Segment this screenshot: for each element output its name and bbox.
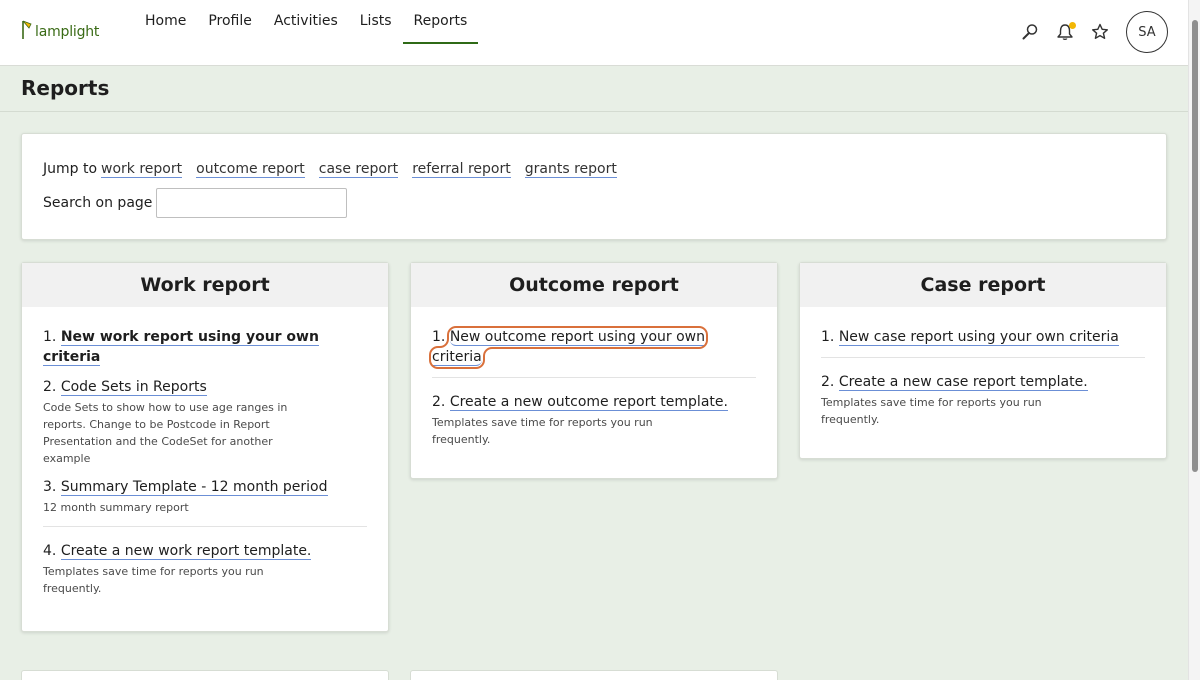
card-title: Case report <box>800 263 1166 307</box>
divider <box>43 526 367 527</box>
divider <box>432 377 756 378</box>
create-case-template-link[interactable]: Create a new case report template. <box>838 374 1088 391</box>
nav-item-reports[interactable]: Reports <box>402 0 479 66</box>
jump-to-row: Jump to work report outcome report case … <box>43 161 631 178</box>
nav-item-home[interactable]: Home <box>134 0 197 66</box>
item-number: 1. <box>43 329 57 345</box>
item-number: 2. <box>43 379 57 395</box>
item-number: 1. <box>821 329 835 345</box>
search-on-page-input[interactable] <box>156 188 348 218</box>
case-report-card: Case report 1. New case report using you… <box>799 262 1167 459</box>
card-title: Outcome report <box>411 263 777 307</box>
new-outcome-report-link[interactable]: New outcome report using your own criter… <box>429 326 708 369</box>
item-description: Templates save time for reports you run … <box>43 565 264 595</box>
list-item: 3. Summary Template - 12 month period 12… <box>43 477 367 516</box>
referral-report-card <box>21 670 389 680</box>
item-description: 12 month summary report <box>43 501 189 514</box>
star-icon <box>1092 23 1108 39</box>
nav-item-activities[interactable]: Activities <box>263 0 349 66</box>
jump-panel: Jump to work report outcome report case … <box>21 133 1167 240</box>
top-bar: lamplight Home Profile Activities Lists … <box>0 0 1188 66</box>
nav-item-lists[interactable]: Lists <box>349 0 403 66</box>
work-report-card: Work report 1. New work report using you… <box>21 262 389 632</box>
new-case-report-link[interactable]: New case report using your own criteria <box>838 329 1119 346</box>
item-number: 1. <box>432 329 446 345</box>
item-description: Code Sets to show how to use age ranges … <box>43 401 288 465</box>
search-button[interactable] <box>1014 16 1046 48</box>
nav-item-label: Activities <box>273 13 338 29</box>
list-item: 1. New case report using your own criter… <box>821 327 1145 347</box>
item-number: 3. <box>43 479 57 495</box>
search-icon <box>1022 24 1038 40</box>
scrollbar-thumb[interactable] <box>1192 20 1198 472</box>
jump-link-grants-report[interactable]: grants report <box>524 161 617 178</box>
item-description: Templates save time for reports you run … <box>821 396 1042 426</box>
jump-link-case-report[interactable]: case report <box>318 161 399 178</box>
page-title: Reports <box>21 76 110 100</box>
logo[interactable]: lamplight <box>20 15 99 41</box>
main-nav: Home Profile Activities Lists Reports <box>134 0 478 66</box>
jump-link-work-report[interactable]: work report <box>101 161 183 178</box>
summary-template-link[interactable]: Summary Template - 12 month period <box>60 479 328 496</box>
favourites-button[interactable] <box>1084 16 1116 48</box>
list-item: 2. Create a new case report template. Te… <box>821 372 1145 428</box>
search-on-page-label: Search on page <box>43 195 153 211</box>
create-work-template-link[interactable]: Create a new work report template. <box>60 543 312 560</box>
grants-report-card <box>410 670 778 680</box>
item-number: 4. <box>43 543 57 559</box>
item-number: 2. <box>432 394 446 410</box>
nav-item-label: Home <box>145 13 187 29</box>
outcome-report-card: Outcome report 1. New outcome report usi… <box>410 262 778 479</box>
list-item: 2. Create a new outcome report template.… <box>432 392 756 448</box>
list-item: 2. Code Sets in Reports Code Sets to sho… <box>43 377 367 467</box>
list-item: 1. New outcome report using your own cri… <box>429 326 756 369</box>
notifications-button[interactable] <box>1049 16 1081 48</box>
logo-text: lamplight <box>35 24 100 40</box>
lamp-logo-icon <box>22 20 32 39</box>
item-description: Templates save time for reports you run … <box>432 416 653 446</box>
nav-item-profile[interactable]: Profile <box>197 0 263 66</box>
header-tools: SA <box>1011 10 1168 54</box>
notification-dot <box>1069 22 1076 29</box>
new-work-report-link[interactable]: New work report using your own criteria <box>43 329 319 366</box>
code-sets-report-link[interactable]: Code Sets in Reports <box>60 379 207 396</box>
title-divider <box>0 111 1188 112</box>
card-title: Work report <box>22 263 388 307</box>
user-avatar[interactable]: SA <box>1126 11 1168 53</box>
divider <box>821 357 1145 358</box>
list-item: 1. New work report using your own criter… <box>43 327 367 367</box>
search-row: Search on page <box>43 188 348 218</box>
jump-to-label: Jump to <box>43 161 98 177</box>
item-number: 2. <box>821 374 835 390</box>
jump-link-referral-report[interactable]: referral report <box>412 161 511 178</box>
nav-item-label: Profile <box>208 13 252 29</box>
nav-item-label: Lists <box>359 13 392 29</box>
list-item: 4. Create a new work report template. Te… <box>43 541 367 597</box>
jump-link-outcome-report[interactable]: outcome report <box>196 161 305 178</box>
page-scrollbar[interactable] <box>1188 0 1200 680</box>
nav-item-label: Reports <box>413 13 468 29</box>
create-outcome-template-link[interactable]: Create a new outcome report template. <box>449 394 728 411</box>
